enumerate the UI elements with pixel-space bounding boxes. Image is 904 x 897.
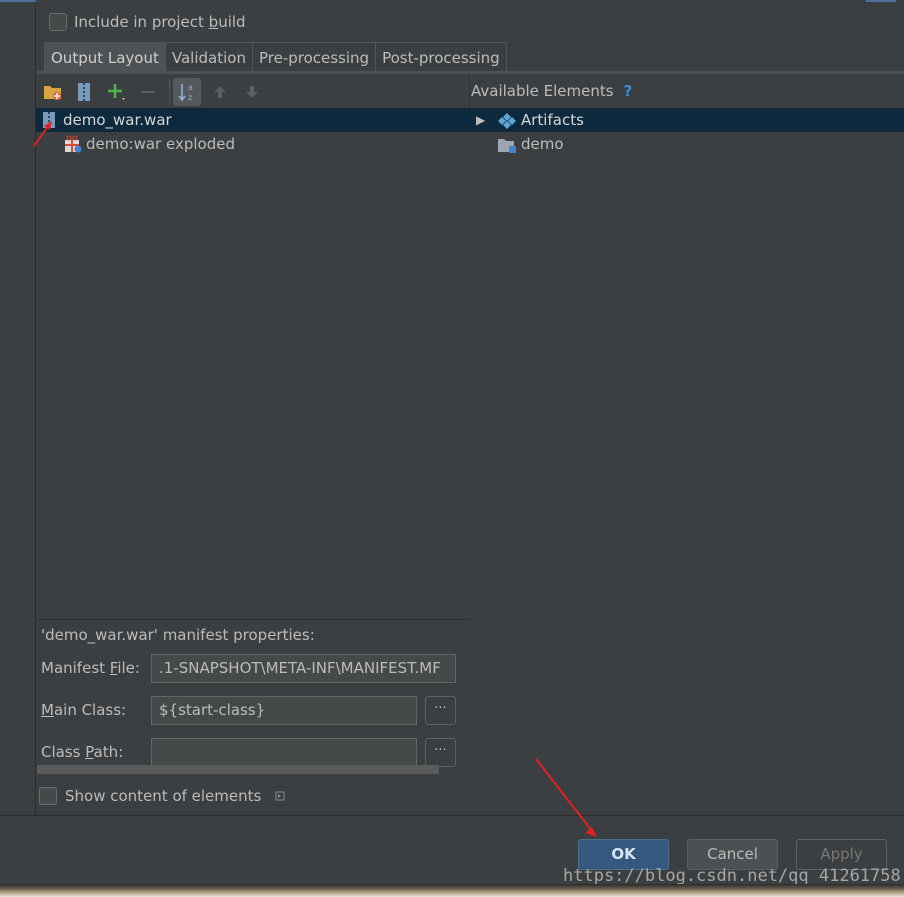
tab-validation[interactable]: Validation xyxy=(164,42,253,72)
main-class-field[interactable]: ${start-class} xyxy=(151,696,417,725)
main-class-browse-button[interactable]: ··· xyxy=(425,696,456,725)
available-elements-header: Available Elements ? xyxy=(471,82,632,100)
window-bottom-edge xyxy=(0,884,904,897)
horizontal-scrollbar[interactable] xyxy=(37,765,439,774)
output-layout-tree: demo_war.war demo:war exploded xyxy=(36,108,470,618)
top-accent xyxy=(0,0,36,2)
watermark-text: https://blog.csdn.net/qq_41261758 xyxy=(563,866,901,886)
show-content-label: Show content of elements xyxy=(65,787,262,805)
class-path-field[interactable] xyxy=(151,738,417,767)
class-path-label: Class Path: xyxy=(41,743,124,761)
module-folder-icon xyxy=(498,136,516,160)
left-gutter xyxy=(0,0,36,816)
tab-pre-processing[interactable]: Pre-processing xyxy=(251,42,377,72)
folder-add-icon[interactable] xyxy=(39,78,67,106)
dialog-footer-divider xyxy=(0,815,904,816)
plus-icon[interactable] xyxy=(103,78,131,106)
manifest-file-label: Manifest File: xyxy=(41,659,140,677)
expand-arrow-icon[interactable]: ▶ xyxy=(476,108,485,132)
tree-item-artifacts[interactable]: ▶ Artifacts xyxy=(470,108,904,132)
main-class-label: Main Class: xyxy=(41,701,127,719)
minus-icon[interactable] xyxy=(134,78,162,106)
arrow-down-icon[interactable] xyxy=(238,78,266,106)
sort-az-icon[interactable]: az xyxy=(173,78,201,106)
gift-icon xyxy=(64,135,82,160)
svg-text:a: a xyxy=(188,83,193,92)
checkbox-box[interactable] xyxy=(39,787,57,805)
available-elements-tree: ▶ Artifacts demo xyxy=(470,108,904,816)
tree-item-label: demo:war exploded xyxy=(86,135,235,153)
archive-icon[interactable] xyxy=(70,78,98,106)
manifest-file-field[interactable]: .1-SNAPSHOT\META-INF\MANIFEST.MF xyxy=(151,654,456,683)
tab-post-processing[interactable]: Post-processing xyxy=(375,42,507,72)
tree-item-label: demo_war.war xyxy=(63,111,172,129)
tree-item-demo-war-exploded[interactable]: demo:war exploded xyxy=(36,132,470,156)
layout-toolbar: az xyxy=(36,74,470,108)
arrow-up-icon[interactable] xyxy=(206,78,234,106)
help-icon[interactable]: ? xyxy=(624,82,633,100)
manifest-title: 'demo_war.war' manifest properties: xyxy=(41,626,315,644)
include-in-build-label: Include in project build xyxy=(74,13,246,31)
tree-item-demo[interactable]: demo xyxy=(470,132,904,156)
class-path-browse-button[interactable]: ··· xyxy=(425,738,456,767)
manifest-divider xyxy=(36,619,470,620)
toolbar-separator xyxy=(169,80,170,104)
checkbox-box[interactable] xyxy=(49,13,67,31)
expand-options-icon[interactable] xyxy=(275,787,285,805)
tree-item-demo-war[interactable]: demo_war.war xyxy=(36,108,470,132)
tab-output-layout[interactable]: Output Layout xyxy=(44,42,166,72)
show-content-checkbox[interactable]: Show content of elements xyxy=(39,787,285,805)
include-in-build-checkbox[interactable]: Include in project build xyxy=(49,13,246,31)
tree-item-label: Artifacts xyxy=(521,111,584,129)
top-accent xyxy=(866,0,896,2)
svg-text:z: z xyxy=(188,93,192,102)
tab-bar: Output Layout Validation Pre-processing … xyxy=(44,42,507,72)
available-elements-title: Available Elements xyxy=(471,82,614,100)
tree-item-label: demo xyxy=(521,135,564,153)
